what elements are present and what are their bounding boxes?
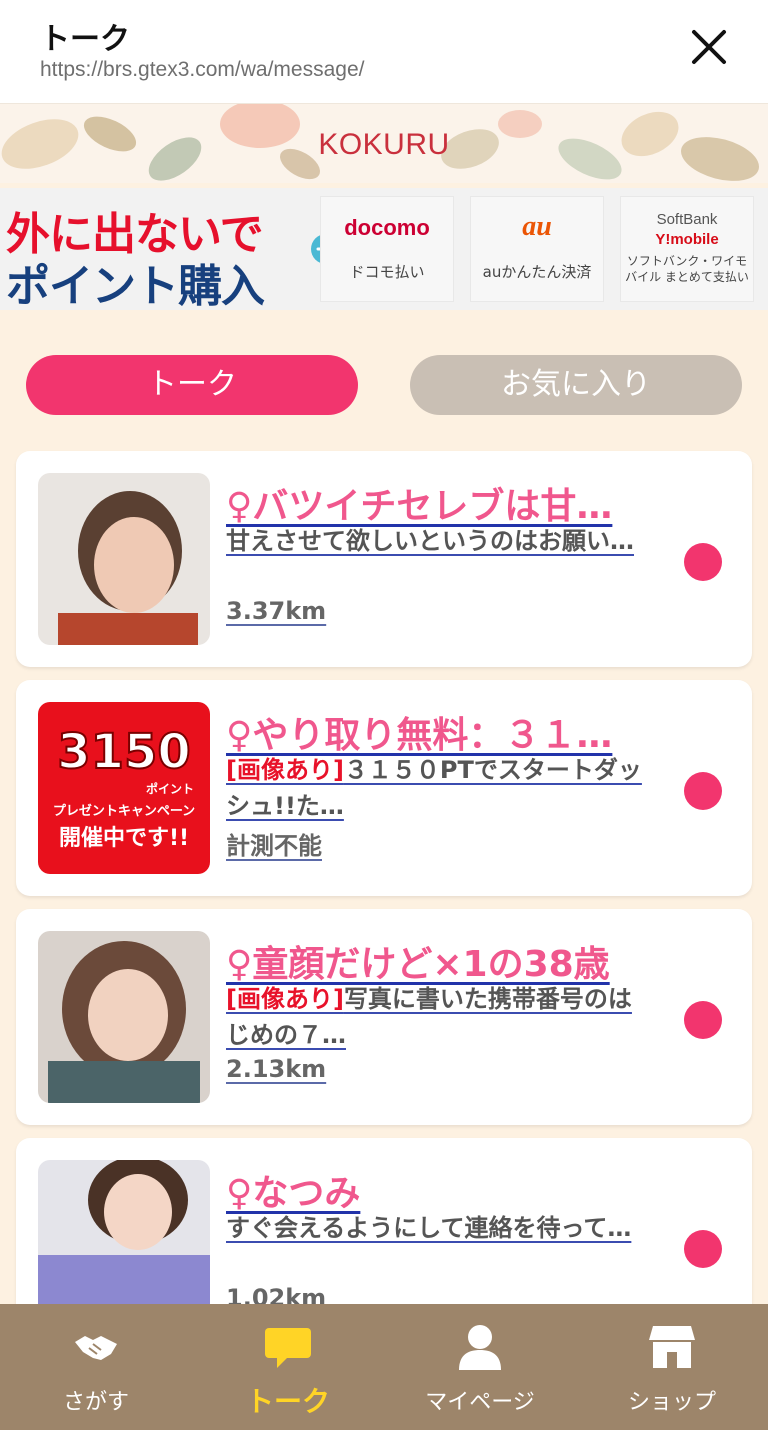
nav-shop-label: ショップ: [627, 1390, 716, 1415]
nav-mypage-label: マイページ: [425, 1390, 535, 1415]
au-payment[interactable]: au auかんたん決済: [470, 196, 604, 302]
chat-bubble-icon: [265, 1328, 311, 1368]
nav-mypage[interactable]: マイページ: [384, 1304, 576, 1430]
close-icon[interactable]: [684, 22, 734, 72]
softbank-logo: SoftBank: [656, 211, 718, 228]
image-tag: [画像あり]: [226, 756, 344, 784]
nav-talk[interactable]: トーク: [192, 1304, 384, 1430]
unread-badge: [684, 543, 722, 581]
nav-shop[interactable]: ショップ: [576, 1304, 768, 1430]
kokuru-banner: KOKURU: [0, 103, 768, 183]
conversation-distance: 2.13km: [226, 1055, 327, 1083]
browser-top-bar: トーク https://brs.gtex3.com/wa/message/: [0, 0, 768, 103]
image-tag: [画像あり]: [226, 985, 344, 1013]
payment-promo-banner[interactable]: 外に出ないで ポイント購入 docomo ドコモ払い au auかんたん決済 S…: [0, 188, 768, 310]
conversation-preview: 甘えさせて欲しいというのはお願い…: [226, 523, 646, 559]
ymobile-logo: Y!mobile: [655, 231, 719, 248]
unread-badge: [684, 1230, 722, 1268]
conversation-item[interactable]: ♀バツイチセレブは甘… 甘えさせて欲しいというのはお願い… 3.37km: [16, 451, 752, 667]
campaign-subtitle: プレゼントキャンペーン: [52, 804, 196, 819]
au-caption: auかんたん決済: [482, 263, 592, 281]
softbank-caption: ソフトバンク・ワイモバイル まとめて支払い: [625, 254, 749, 284]
conversation-item[interactable]: ♀童顔だけど×1の38歳 [画像あり]写真に書いた携帯番号のはじめの７… 2.1…: [16, 909, 752, 1125]
nav-search[interactable]: さがす: [0, 1304, 192, 1430]
conversation-preview: [画像あり]３１５０PTでスタートダッシュ!!た…: [226, 752, 646, 824]
promo-text: 外に出ないで ポイント購入: [4, 196, 314, 310]
promo-line-2: ポイント購入: [6, 261, 265, 310]
conversation-message: 甘えさせて欲しいというのはお願い…: [226, 527, 634, 555]
nav-talk-label: トーク: [245, 1385, 330, 1418]
campaign-points: 3150: [56, 723, 192, 781]
campaign-status: 開催中です!!: [58, 826, 190, 851]
conversation-name: ♀やり取り無料：３１…: [226, 715, 613, 756]
softbank-payment[interactable]: SoftBank Y!mobile ソフトバンク・ワイモバイル まとめて支払い: [620, 196, 754, 302]
conversation-name: ♀バツイチセレブは甘…: [226, 486, 613, 527]
page-title: トーク: [40, 22, 130, 57]
user-icon: [459, 1325, 501, 1370]
bottom-navigation: さがす トーク マイページ ショップ: [0, 1304, 768, 1430]
conversation-name: ♀なつみ: [226, 1173, 361, 1214]
conversation-item[interactable]: 3150 ポイント プレゼントキャンペーン 開催中です!! ♀やり取り無料：３１…: [16, 680, 752, 896]
tab-favorites[interactable]: お気に入り: [410, 355, 742, 415]
conversation-message: すぐ会えるようにして連絡を待って…: [226, 1214, 632, 1242]
campaign-unit: ポイント: [145, 782, 194, 796]
shop-icon: [649, 1326, 695, 1368]
kokuru-logo: KOKURU: [318, 128, 450, 161]
avatar: [38, 473, 210, 645]
conversation-distance: 3.37km: [226, 597, 327, 625]
docomo-caption: ドコモ払い: [349, 263, 425, 281]
au-logo: au: [522, 211, 552, 242]
tab-talk[interactable]: トーク: [26, 355, 358, 415]
page-url: https://brs.gtex3.com/wa/message/: [40, 58, 365, 81]
campaign-thumbnail: 3150 ポイント プレゼントキャンペーン 開催中です!!: [38, 702, 210, 874]
nav-search-label: さがす: [62, 1390, 129, 1415]
conversation-name: ♀童顔だけど×1の38歳: [226, 944, 610, 985]
conversation-preview: すぐ会えるようにして連絡を待って…: [226, 1210, 646, 1246]
docomo-logo: docomo: [344, 215, 430, 240]
conversation-distance: 計測不能: [226, 832, 322, 860]
docomo-payment[interactable]: docomo ドコモ払い: [320, 196, 454, 302]
conversation-preview: [画像あり]写真に書いた携帯番号のはじめの７…: [226, 981, 646, 1053]
unread-badge: [684, 1001, 722, 1039]
handshake-icon: [75, 1336, 117, 1360]
unread-badge: [684, 772, 722, 810]
avatar: [38, 931, 210, 1103]
